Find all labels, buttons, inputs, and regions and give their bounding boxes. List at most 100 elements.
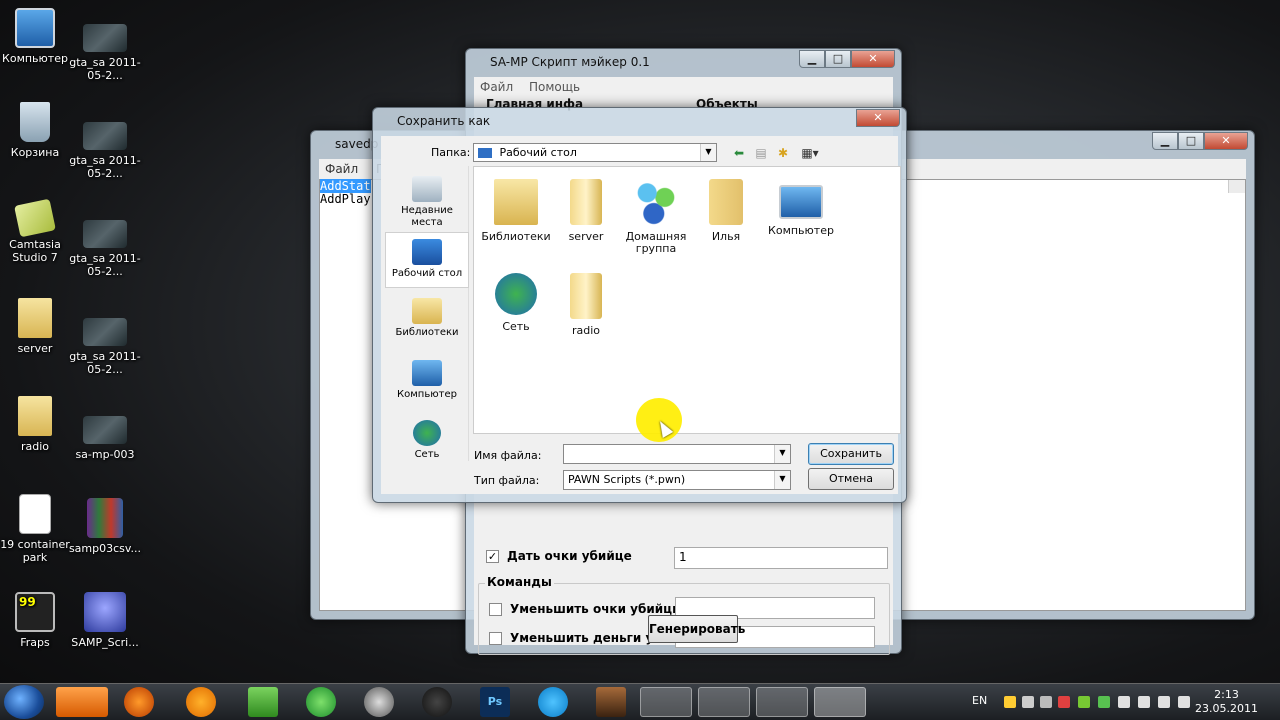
desktop-icon bbox=[412, 239, 442, 265]
desktop-icon-camtasia[interactable]: Camtasia Studio 7 bbox=[0, 198, 75, 264]
place-recent[interactable]: Недавние места bbox=[385, 176, 469, 229]
minimize-button[interactable]: ▁ bbox=[1152, 132, 1178, 150]
cmd2-checkbox[interactable] bbox=[489, 631, 502, 645]
cmd1-row: Уменьшить очки убийцы bbox=[489, 602, 683, 616]
computer-icon bbox=[779, 185, 823, 219]
generate-button[interactable]: Генерировать bbox=[648, 615, 745, 643]
new-folder-icon[interactable]: ✱ bbox=[775, 146, 791, 160]
file-item-user[interactable]: Илья bbox=[688, 179, 764, 243]
file-item-network[interactable]: Сеть bbox=[478, 273, 554, 333]
taskbar-samp-maker[interactable] bbox=[814, 687, 866, 717]
taskbar-firefox[interactable] bbox=[124, 687, 154, 717]
file-item-libraries[interactable]: Библиотеки bbox=[478, 179, 554, 243]
file-item-homegroup[interactable]: Домашняя группа bbox=[618, 179, 694, 255]
up-folder-icon[interactable]: ▤ bbox=[753, 146, 769, 160]
vertical-scrollbar[interactable] bbox=[1228, 180, 1245, 193]
file-item-radio[interactable]: radio bbox=[548, 273, 624, 337]
desktop-icon-recycle-bin[interactable]: Корзина bbox=[0, 102, 75, 159]
maximize-button[interactable]: □ bbox=[1178, 132, 1204, 150]
nvidia-icon[interactable] bbox=[1078, 696, 1090, 708]
tray-icon-2[interactable] bbox=[1022, 696, 1034, 708]
kill-points-input[interactable]: 1 bbox=[674, 547, 888, 569]
desktop-icon-samp003[interactable]: sa-mp-003 bbox=[65, 410, 145, 461]
maximize-button[interactable]: □ bbox=[825, 50, 851, 68]
desktop-icon-gta3[interactable]: gta_sa 2011-05-2... bbox=[65, 214, 145, 278]
taskbar-camtasia[interactable] bbox=[640, 687, 692, 717]
place-computer[interactable]: Компьютер bbox=[385, 360, 469, 401]
chevron-down-icon[interactable]: ▼ bbox=[774, 445, 790, 463]
back-arrow-icon[interactable]: ⬅ bbox=[731, 146, 747, 160]
chevron-down-icon[interactable]: ▼ bbox=[774, 471, 790, 489]
screenshot-icon bbox=[83, 318, 127, 346]
desktop-icon-computer[interactable]: Компьютер bbox=[0, 8, 75, 65]
desktop-icon-samp03csv[interactable]: samp03csv... bbox=[65, 498, 145, 555]
taskbar-mail[interactable] bbox=[186, 687, 216, 717]
libraries-icon bbox=[412, 298, 442, 324]
desktop-icon-container-park[interactable]: 19 container park bbox=[0, 494, 75, 564]
tray-icon-1[interactable] bbox=[1004, 696, 1016, 708]
file-item-server[interactable]: server bbox=[548, 179, 624, 243]
desktop-icon-gta2[interactable]: gta_sa 2011-05-2... bbox=[65, 116, 145, 180]
samp-titlebar[interactable]: SA-MP Скрипт мэйкер 0.1 ▁ □ ✕ bbox=[466, 49, 901, 77]
cmd1-checkbox[interactable] bbox=[489, 602, 502, 616]
file-list[interactable]: Библиотеки server Домашняя группа Илья К… bbox=[473, 166, 901, 434]
taskbar-gta[interactable] bbox=[596, 687, 626, 717]
desktop-icon-radio[interactable]: radio bbox=[0, 396, 75, 453]
desktop-icon-fraps[interactable]: 99 Fraps bbox=[0, 592, 75, 649]
taskbar-utorrent[interactable] bbox=[306, 687, 336, 717]
minimize-button[interactable]: ▁ bbox=[799, 50, 825, 68]
text-line-2: AddPlay bbox=[320, 192, 371, 206]
document-icon bbox=[19, 494, 51, 534]
tray-icon-7[interactable] bbox=[1118, 696, 1130, 708]
taskbar-notepad[interactable] bbox=[756, 687, 808, 717]
cursor-highlight bbox=[636, 398, 682, 442]
desktop-icon-gta1[interactable]: gta_sa 2011-05-2... bbox=[65, 18, 145, 82]
filename-input[interactable]: ▼ bbox=[563, 444, 791, 464]
taskbar-steam[interactable] bbox=[364, 687, 394, 717]
tray-icon-6[interactable] bbox=[1098, 696, 1110, 708]
desktop-icon-gta4[interactable]: gta_sa 2011-05-2... bbox=[65, 312, 145, 376]
place-desktop[interactable]: Рабочий стол bbox=[385, 232, 469, 288]
network-tray-icon[interactable] bbox=[1158, 696, 1170, 708]
menu-file[interactable]: Файл bbox=[480, 80, 513, 94]
save-as-dialog[interactable]: Сохранить как ✕ Папка: Рабочий стол ▼ ⬅ … bbox=[372, 107, 907, 503]
cancel-button[interactable]: Отмена bbox=[808, 468, 894, 490]
close-button[interactable]: ✕ bbox=[856, 109, 900, 127]
desktop-icon-samp-scri[interactable]: SAMP_Scri... bbox=[65, 592, 145, 649]
tray-icon-8[interactable] bbox=[1138, 696, 1150, 708]
save-dialog-titlebar[interactable]: Сохранить как ✕ bbox=[373, 108, 906, 136]
view-menu-icon[interactable]: ▦▾ bbox=[797, 146, 823, 160]
tray-icon-3[interactable] bbox=[1040, 696, 1052, 708]
language-indicator[interactable]: EN bbox=[972, 694, 987, 707]
filetype-label: Тип файла: bbox=[474, 474, 540, 487]
taskbar-photoshop[interactable]: Ps bbox=[480, 687, 510, 717]
taskbar-media-player[interactable] bbox=[56, 687, 108, 717]
desktop-icon-server[interactable]: server bbox=[0, 298, 75, 355]
taskbar-app-video[interactable] bbox=[698, 687, 750, 717]
chevron-down-icon[interactable]: ▼ bbox=[700, 144, 716, 161]
screenshot-icon bbox=[83, 24, 127, 52]
clock-time: 2:13 bbox=[1214, 688, 1239, 701]
file-item-computer[interactable]: Компьютер bbox=[758, 179, 844, 237]
menu-help[interactable]: Помощь bbox=[529, 80, 580, 94]
kill-points-checkbox[interactable]: ✓ bbox=[486, 549, 499, 563]
taskbar-app-green[interactable] bbox=[248, 687, 278, 717]
tray-icon-4[interactable] bbox=[1058, 696, 1070, 708]
recent-places-icon bbox=[412, 176, 442, 202]
place-libraries[interactable]: Библиотеки bbox=[385, 298, 469, 339]
folder-combobox[interactable]: Рабочий стол ▼ bbox=[473, 143, 717, 162]
close-button[interactable]: ✕ bbox=[1204, 132, 1248, 150]
clock[interactable]: 2:13 23.05.2011 bbox=[1195, 688, 1258, 716]
save-button[interactable]: Сохранить bbox=[808, 443, 894, 465]
text-line-1: AddStat bbox=[320, 179, 371, 193]
menu-file[interactable]: Файл bbox=[325, 162, 358, 176]
close-button[interactable]: ✕ bbox=[851, 50, 895, 68]
start-button[interactable] bbox=[4, 685, 44, 719]
screenshot-icon bbox=[83, 416, 127, 444]
filetype-select[interactable]: PAWN Scripts (*.pwn) ▼ bbox=[563, 470, 791, 490]
taskbar-ea[interactable] bbox=[422, 687, 452, 717]
commands-title: Команды bbox=[485, 575, 554, 589]
place-network[interactable]: Сеть bbox=[385, 420, 469, 461]
volume-icon[interactable] bbox=[1178, 696, 1190, 708]
taskbar-skype[interactable] bbox=[538, 687, 568, 717]
